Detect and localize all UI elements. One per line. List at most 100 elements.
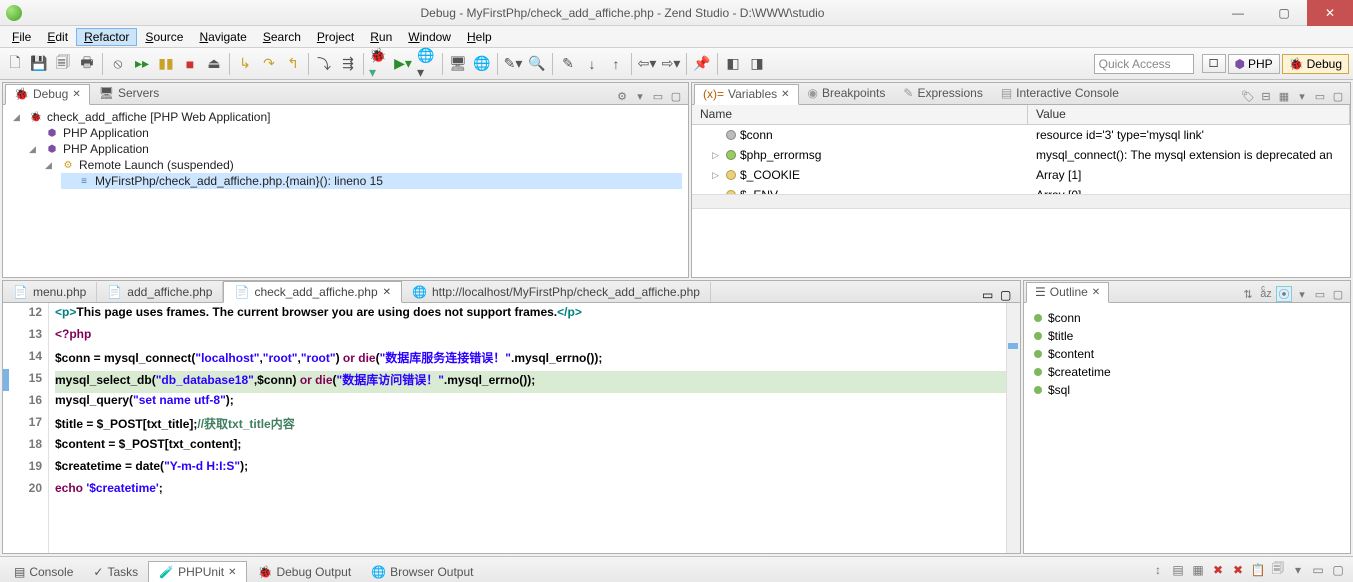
b-icon-9[interactable]: ▭ bbox=[1309, 561, 1327, 579]
tab-variables[interactable]: (x)=Variables✕ bbox=[694, 84, 799, 105]
disconnect-icon[interactable]: ⏏ bbox=[203, 53, 225, 75]
overview-ruler[interactable] bbox=[1006, 303, 1020, 553]
maximize-view-icon[interactable]: ▢ bbox=[1330, 286, 1346, 302]
bottom-tab-console[interactable]: ▤Console bbox=[4, 562, 83, 582]
menu-refactor[interactable]: Refactor bbox=[76, 28, 137, 46]
menu-source[interactable]: Source bbox=[137, 28, 191, 46]
open-perspective-button[interactable]: ☐ bbox=[1202, 54, 1226, 73]
variable-row[interactable]: $_ENVArray [0] bbox=[692, 185, 1350, 194]
b-icon-3[interactable]: ▦ bbox=[1189, 561, 1207, 579]
outline-item[interactable]: $conn bbox=[1034, 309, 1340, 327]
menu-edit[interactable]: Edit bbox=[39, 28, 76, 46]
menu-window[interactable]: Window bbox=[400, 28, 459, 46]
debug-perspective-button[interactable]: 🐞Debug bbox=[1282, 54, 1349, 74]
variable-row[interactable]: ▷$_COOKIEArray [1] bbox=[692, 165, 1350, 185]
stack-frame[interactable]: ≡MyFirstPhp/check_add_affiche.php.{main}… bbox=[61, 173, 682, 189]
filter-icon[interactable]: ⦿ bbox=[1276, 286, 1292, 302]
run-icon[interactable]: ▶▾ bbox=[392, 53, 414, 75]
maximize-button[interactable]: ▢ bbox=[1261, 0, 1307, 26]
debug-view-menu-icon[interactable]: ⚙ bbox=[614, 88, 630, 104]
resume-icon[interactable]: ▸▸ bbox=[131, 53, 153, 75]
search-icon[interactable]: 🔍 bbox=[526, 53, 548, 75]
variable-row[interactable]: ▷$php_errormsgmysql_connect(): The mysql… bbox=[692, 145, 1350, 165]
use-step-filters-icon[interactable]: ⇶ bbox=[337, 53, 359, 75]
variable-row[interactable]: $connresource id='3' type='mysql link' bbox=[692, 125, 1350, 145]
editor-tab[interactable]: 📄add_affiche.php bbox=[97, 282, 223, 302]
close-button[interactable]: ✕ bbox=[1307, 0, 1353, 26]
b-icon-10[interactable]: ▢ bbox=[1329, 561, 1347, 579]
b-icon-1[interactable]: ↕ bbox=[1149, 561, 1167, 579]
b-icon-8[interactable]: ▾ bbox=[1289, 561, 1307, 579]
menu-search[interactable]: Search bbox=[255, 28, 309, 46]
outline-item[interactable]: $title bbox=[1034, 327, 1340, 345]
layout-icon[interactable]: ▦ bbox=[1276, 88, 1292, 104]
prev-annotation-icon[interactable]: ↑ bbox=[605, 53, 627, 75]
tab-debug[interactable]: 🐞Debug✕ bbox=[5, 84, 90, 105]
save-icon[interactable]: 💾 bbox=[28, 53, 50, 75]
browser-icon[interactable]: 🌐 bbox=[471, 53, 493, 75]
step-return-icon[interactable]: ↰ bbox=[282, 53, 304, 75]
minimize-view-icon[interactable]: ▭ bbox=[650, 88, 666, 104]
misc2-icon[interactable]: ◨ bbox=[746, 53, 768, 75]
b-icon-2[interactable]: ▤ bbox=[1169, 561, 1187, 579]
show-type-icon[interactable]: 🏷 bbox=[1240, 88, 1256, 104]
maximize-view-icon[interactable]: ▢ bbox=[1330, 88, 1346, 104]
menu-file[interactable]: File bbox=[4, 28, 39, 46]
close-tab-icon[interactable]: ✕ bbox=[383, 287, 391, 298]
editor-tab[interactable]: 📄menu.php bbox=[3, 282, 97, 302]
skip-breakpoints-icon[interactable]: ⦸ bbox=[107, 53, 129, 75]
new-server-icon[interactable]: 🖥 bbox=[447, 53, 469, 75]
back-icon[interactable]: ⇦▾ bbox=[636, 53, 658, 75]
view-menu-icon[interactable]: ▾ bbox=[1294, 286, 1310, 302]
bottom-tab-tasks[interactable]: ✓Tasks bbox=[83, 562, 148, 582]
tab-expressions[interactable]: ✎Expressions bbox=[894, 83, 991, 104]
debug-icon[interactable]: 🐞▾ bbox=[368, 53, 390, 75]
forward-icon[interactable]: ⇨▾ bbox=[660, 53, 682, 75]
menu-help[interactable]: Help bbox=[459, 28, 500, 46]
step-over-icon[interactable]: ↷ bbox=[258, 53, 280, 75]
menu-project[interactable]: Project bbox=[309, 28, 362, 46]
annotation-icon[interactable]: ✎ bbox=[557, 53, 579, 75]
editor-tab[interactable]: 🌐http://localhost/MyFirstPhp/check_add_a… bbox=[402, 282, 711, 302]
wand-icon[interactable]: ✎▾ bbox=[502, 53, 524, 75]
minimize-view-icon[interactable]: ▭ bbox=[1312, 88, 1328, 104]
step-into-icon[interactable]: ↳ bbox=[234, 53, 256, 75]
b-icon-6[interactable]: 📋 bbox=[1249, 561, 1267, 579]
editor-tab[interactable]: 📄check_add_affiche.php✕ bbox=[223, 281, 402, 303]
suspend-icon[interactable]: ▮▮ bbox=[155, 53, 177, 75]
drop-frame-icon[interactable]: ⤵ bbox=[313, 53, 335, 75]
print-icon[interactable]: 🖶 bbox=[76, 53, 98, 75]
b-icon-5[interactable]: ✖ bbox=[1229, 561, 1247, 579]
view-menu-icon[interactable]: ▾ bbox=[1294, 88, 1310, 104]
tab-servers[interactable]: 🖥Servers bbox=[90, 83, 169, 104]
misc1-icon[interactable]: ◧ bbox=[722, 53, 744, 75]
pin-icon[interactable]: 📌 bbox=[691, 53, 713, 75]
b-icon-4[interactable]: ✖ bbox=[1209, 561, 1227, 579]
minimize-button[interactable]: — bbox=[1215, 0, 1261, 26]
az-sort-icon[interactable]: aͨz bbox=[1258, 286, 1274, 302]
outline-list[interactable]: $conn$title$content$createtime$sql bbox=[1024, 303, 1350, 553]
tab-breakpoints[interactable]: ◉Breakpoints bbox=[799, 83, 895, 104]
php-perspective-button[interactable]: ⬢PHP bbox=[1228, 54, 1280, 74]
b-icon-7[interactable]: 🗐 bbox=[1269, 561, 1287, 579]
run-last-icon[interactable]: 🌐▾ bbox=[416, 53, 438, 75]
code-editor[interactable]: 121314151617181920 <p>This page uses fra… bbox=[3, 303, 1020, 553]
tab-interactive-console[interactable]: ▤Interactive Console bbox=[992, 83, 1128, 104]
save-all-icon[interactable]: 🗐 bbox=[52, 53, 74, 75]
outline-item[interactable]: $sql bbox=[1034, 381, 1340, 399]
line-gutter[interactable]: 121314151617181920 bbox=[9, 303, 49, 553]
minimize-editor-icon[interactable]: ▭ bbox=[982, 288, 998, 302]
next-annotation-icon[interactable]: ↓ bbox=[581, 53, 603, 75]
outline-item[interactable]: $content bbox=[1034, 345, 1340, 363]
bottom-tab-debug-output[interactable]: 🐞Debug Output bbox=[247, 562, 361, 582]
maximize-view-icon[interactable]: ▢ bbox=[668, 88, 684, 104]
menu-navigate[interactable]: Navigate bbox=[191, 28, 254, 46]
debug-tree[interactable]: ◢🐞check_add_affiche [PHP Web Application… bbox=[3, 105, 688, 277]
view-menu-icon[interactable]: ▾ bbox=[632, 88, 648, 104]
minimize-view-icon[interactable]: ▭ bbox=[1312, 286, 1328, 302]
sort-icon[interactable]: ⇅ bbox=[1240, 286, 1256, 302]
maximize-editor-icon[interactable]: ▢ bbox=[1000, 288, 1016, 302]
menu-run[interactable]: Run bbox=[362, 28, 400, 46]
tab-outline[interactable]: ☰Outline✕ bbox=[1026, 282, 1109, 303]
bottom-tab-browser-output[interactable]: 🌐Browser Output bbox=[361, 562, 483, 582]
